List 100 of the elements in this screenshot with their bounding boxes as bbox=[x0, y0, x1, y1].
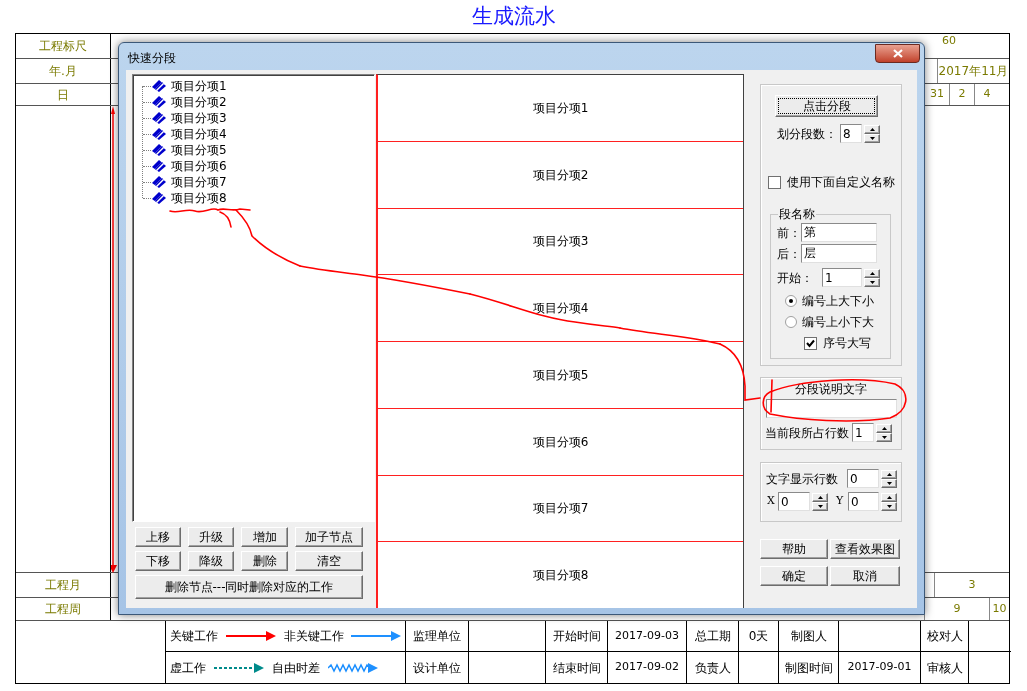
legend-label: 自由时差 bbox=[272, 659, 320, 677]
book-icon bbox=[151, 95, 167, 109]
table-cell: 结束时间 bbox=[546, 652, 608, 683]
spin-down-button[interactable] bbox=[876, 432, 892, 442]
tree-button[interactable]: 清空 bbox=[295, 551, 363, 571]
page-title: 生成流水 bbox=[470, 2, 557, 30]
radio-button[interactable] bbox=[785, 316, 797, 328]
row-label: 日 bbox=[16, 84, 111, 105]
tree-button[interactable]: 加子节点 bbox=[295, 527, 363, 547]
dialog-button[interactable]: 取消 bbox=[830, 566, 900, 586]
radio-button[interactable] bbox=[785, 295, 797, 307]
table-cell: 2017-09-01 bbox=[839, 652, 921, 683]
spin-up-button[interactable] bbox=[881, 469, 897, 479]
segment-row[interactable]: 项目分项7 bbox=[378, 475, 743, 543]
row-label: 工程周 bbox=[16, 598, 111, 620]
tree-item[interactable]: 项目分项7 bbox=[171, 176, 227, 188]
spin-up-button[interactable] bbox=[812, 492, 828, 502]
legend-label: 非关键工作 bbox=[283, 628, 344, 645]
table-cell: 2017-09-02 bbox=[608, 652, 687, 683]
table-cell: 监理单位 bbox=[406, 621, 469, 652]
book-icon bbox=[151, 159, 167, 173]
table-cell: 0天 bbox=[739, 621, 779, 652]
up-arrow-icon bbox=[869, 271, 875, 275]
spin-up-button[interactable] bbox=[864, 124, 880, 134]
table-cell: 3 bbox=[934, 573, 1009, 597]
tree-button[interactable]: 升级 bbox=[188, 527, 234, 547]
tree-item[interactable]: 项目分项1 bbox=[171, 80, 227, 92]
spin-up-button[interactable] bbox=[864, 268, 880, 278]
tree-item[interactable]: 项目分项5 bbox=[171, 144, 227, 156]
row-label: 工程月 bbox=[16, 573, 111, 597]
radio-label: 编号上大下小 bbox=[802, 293, 874, 310]
segment-row[interactable]: 项目分项6 bbox=[378, 408, 743, 476]
tree-item[interactable]: 项目分项6 bbox=[171, 160, 227, 172]
segment-row[interactable]: 项目分项4 bbox=[378, 275, 743, 342]
spin-down-button[interactable] bbox=[812, 501, 828, 511]
checkbox[interactable] bbox=[768, 175, 781, 189]
window-title: 快速分段 bbox=[128, 52, 176, 64]
text-field[interactable]: 0 bbox=[848, 492, 879, 511]
checkbox-label: 序号大写 bbox=[823, 335, 871, 352]
radio-label: 编号上小下大 bbox=[802, 314, 874, 331]
text-field[interactable]: 1 bbox=[822, 268, 862, 287]
field-label: X bbox=[767, 493, 776, 510]
spin-down-button[interactable] bbox=[864, 133, 880, 143]
down-arrow-icon bbox=[817, 504, 823, 508]
text-field[interactable]: 层 bbox=[801, 244, 877, 263]
text-field[interactable]: 1 bbox=[852, 423, 874, 442]
spin-down-button[interactable] bbox=[864, 277, 880, 287]
dialog-button[interactable]: 查看效果图 bbox=[830, 539, 900, 559]
spin-down-button[interactable] bbox=[881, 478, 897, 488]
tree-button[interactable]: 删除 bbox=[241, 551, 288, 571]
book-icon bbox=[151, 111, 167, 125]
text-field[interactable]: 0 bbox=[847, 469, 879, 488]
table-cell: 审核人 bbox=[921, 652, 969, 683]
check-icon bbox=[806, 338, 815, 348]
tree-button[interactable]: 下移 bbox=[135, 551, 181, 571]
field-label: 当前段所占行数 bbox=[765, 424, 850, 442]
field-label: 后： bbox=[777, 245, 801, 263]
tree-button[interactable]: 上移 bbox=[135, 527, 181, 547]
text-field[interactable]: 第 bbox=[801, 223, 877, 242]
row-label: 年.月 bbox=[16, 59, 111, 83]
text-field[interactable]: 8 bbox=[840, 124, 862, 143]
split-button[interactable]: 点击分段 bbox=[775, 95, 878, 117]
ruler-tick-label: 60 bbox=[942, 35, 956, 49]
tree-item[interactable]: 项目分项3 bbox=[171, 112, 227, 124]
tree-button[interactable]: 降级 bbox=[188, 551, 234, 571]
spin-down-button[interactable] bbox=[881, 501, 897, 511]
group-title: 段名称 bbox=[778, 206, 816, 223]
tree-item[interactable]: 项目分项4 bbox=[171, 128, 227, 140]
close-button[interactable] bbox=[875, 44, 920, 63]
group-title: 分段说明文字 bbox=[795, 382, 867, 396]
table-cell: 制图时间 bbox=[779, 652, 839, 683]
down-arrow-icon bbox=[869, 136, 875, 140]
table-cell: 4 bbox=[974, 84, 999, 105]
segment-row[interactable]: 项目分项1 bbox=[378, 75, 743, 142]
segment-row[interactable]: 项目分项8 bbox=[378, 542, 743, 608]
legend-label: 关键工作 bbox=[170, 628, 218, 645]
table-cell: 校对人 bbox=[921, 621, 969, 652]
tree-button[interactable]: 增加 bbox=[241, 527, 288, 547]
tree-item[interactable]: 项目分项2 bbox=[171, 96, 227, 108]
dialog-button[interactable]: 帮助 bbox=[760, 539, 828, 559]
table-cell: 开始时间 bbox=[546, 621, 608, 652]
text-field[interactable] bbox=[766, 399, 897, 418]
delete-node-button[interactable]: 删除节点---同时删除对应的工作 bbox=[135, 575, 363, 599]
spin-up-button[interactable] bbox=[876, 423, 892, 433]
spin-up-button[interactable] bbox=[881, 492, 897, 502]
field-label: 文字显示行数 bbox=[766, 470, 839, 488]
tree-item[interactable]: 项目分项8 bbox=[171, 192, 227, 204]
book-icon bbox=[151, 79, 167, 93]
close-icon bbox=[892, 49, 903, 58]
checkbox[interactable] bbox=[804, 336, 817, 350]
field-label: 开始： bbox=[777, 269, 814, 287]
dialog-button[interactable]: 确定 bbox=[760, 566, 828, 586]
table-cell: 设计单位 bbox=[406, 652, 469, 683]
down-arrow-icon bbox=[869, 280, 875, 284]
text-field[interactable]: 0 bbox=[778, 492, 810, 511]
segment-row[interactable]: 项目分项5 bbox=[378, 342, 743, 409]
segment-row[interactable]: 项目分项2 bbox=[378, 141, 743, 209]
table-cell: 总工期 bbox=[687, 621, 739, 652]
up-arrow-icon bbox=[869, 127, 875, 131]
segment-row[interactable]: 项目分项3 bbox=[378, 208, 743, 276]
